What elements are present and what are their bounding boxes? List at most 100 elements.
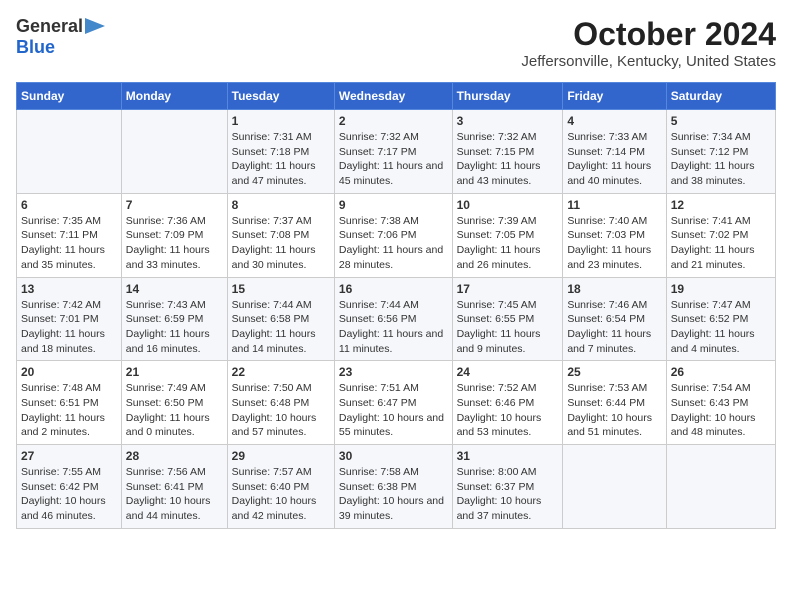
daylight-text: Daylight: 11 hours and 2 minutes. <box>21 411 117 440</box>
daylight-text: Daylight: 10 hours and 57 minutes. <box>232 411 330 440</box>
sunrise-text: Sunrise: 7:38 AM <box>339 214 448 229</box>
calendar-cell: 9Sunrise: 7:38 AMSunset: 7:06 PMDaylight… <box>334 193 452 277</box>
day-number: 15 <box>232 282 330 296</box>
sunset-text: Sunset: 6:55 PM <box>457 312 559 327</box>
day-number: 22 <box>232 365 330 379</box>
header-cell-wednesday: Wednesday <box>334 83 452 110</box>
daylight-text: Daylight: 11 hours and 9 minutes. <box>457 327 559 356</box>
cell-content: Sunrise: 7:38 AMSunset: 7:06 PMDaylight:… <box>339 214 448 273</box>
cell-content: Sunrise: 7:53 AMSunset: 6:44 PMDaylight:… <box>567 381 661 440</box>
day-number: 27 <box>21 449 117 463</box>
sunrise-text: Sunrise: 7:49 AM <box>126 381 223 396</box>
day-number: 12 <box>671 198 771 212</box>
calendar-cell: 12Sunrise: 7:41 AMSunset: 7:02 PMDayligh… <box>666 193 775 277</box>
day-number: 5 <box>671 114 771 128</box>
daylight-text: Daylight: 10 hours and 37 minutes. <box>457 494 559 523</box>
day-number: 8 <box>232 198 330 212</box>
cell-content: Sunrise: 7:42 AMSunset: 7:01 PMDaylight:… <box>21 298 117 357</box>
sunset-text: Sunset: 7:12 PM <box>671 145 771 160</box>
cell-content: Sunrise: 7:35 AMSunset: 7:11 PMDaylight:… <box>21 214 117 273</box>
day-number: 28 <box>126 449 223 463</box>
cell-content: Sunrise: 7:55 AMSunset: 6:42 PMDaylight:… <box>21 465 117 524</box>
calendar-cell: 29Sunrise: 7:57 AMSunset: 6:40 PMDayligh… <box>227 445 334 529</box>
calendar-cell: 10Sunrise: 7:39 AMSunset: 7:05 PMDayligh… <box>452 193 563 277</box>
daylight-text: Daylight: 10 hours and 55 minutes. <box>339 411 448 440</box>
sunrise-text: Sunrise: 7:32 AM <box>457 130 559 145</box>
calendar-cell: 1 Sunrise: 7:31 AMSunset: 7:18 PMDaylight… <box>227 110 334 194</box>
calendar-table: SundayMondayTuesdayWednesdayThursdayFrid… <box>16 82 776 529</box>
sunset-text: Sunset: 7:17 PM <box>339 145 448 160</box>
sunset-text: Sunset: 7:09 PM <box>126 228 223 243</box>
sunset-text: Sunset: 6:52 PM <box>671 312 771 327</box>
header-row: SundayMondayTuesdayWednesdayThursdayFrid… <box>17 83 776 110</box>
sunrise-text: Sunrise: 7:45 AM <box>457 298 559 313</box>
cell-content: Sunrise: 7:31 AMSunset: 7:18 PMDaylight:… <box>232 130 330 189</box>
cell-content: Sunrise: 7:58 AMSunset: 6:38 PMDaylight:… <box>339 465 448 524</box>
day-number: 16 <box>339 282 448 296</box>
sunset-text: Sunset: 6:50 PM <box>126 396 223 411</box>
title-area: October 2024 Jeffersonville, Kentucky, U… <box>521 16 776 70</box>
sunset-text: Sunset: 6:54 PM <box>567 312 661 327</box>
header-cell-monday: Monday <box>121 83 227 110</box>
calendar-cell: 2Sunrise: 7:32 AMSunset: 7:17 PMDaylight… <box>334 110 452 194</box>
calendar-cell: 26Sunrise: 7:54 AMSunset: 6:43 PMDayligh… <box>666 361 775 445</box>
week-row-4: 20Sunrise: 7:48 AMSunset: 6:51 PMDayligh… <box>17 361 776 445</box>
calendar-cell: 31Sunrise: 8:00 AMSunset: 6:37 PMDayligh… <box>452 445 563 529</box>
sunrise-text: Sunrise: 7:32 AM <box>339 130 448 145</box>
day-number: 6 <box>21 198 117 212</box>
cell-content: Sunrise: 7:47 AMSunset: 6:52 PMDaylight:… <box>671 298 771 357</box>
calendar-cell: 22Sunrise: 7:50 AMSunset: 6:48 PMDayligh… <box>227 361 334 445</box>
sunrise-text: Sunrise: 7:35 AM <box>21 214 117 229</box>
calendar-cell <box>666 445 775 529</box>
cell-content: Sunrise: 7:51 AMSunset: 6:47 PMDaylight:… <box>339 381 448 440</box>
cell-content: Sunrise: 7:39 AMSunset: 7:05 PMDaylight:… <box>457 214 559 273</box>
calendar-cell: 23Sunrise: 7:51 AMSunset: 6:47 PMDayligh… <box>334 361 452 445</box>
daylight-text: Daylight: 11 hours and 30 minutes. <box>232 243 330 272</box>
sunset-text: Sunset: 6:51 PM <box>21 396 117 411</box>
sunrise-text: Sunrise: 7:57 AM <box>232 465 330 480</box>
week-row-2: 6 Sunrise: 7:35 AMSunset: 7:11 PMDaylight… <box>17 193 776 277</box>
calendar-cell: 18Sunrise: 7:46 AMSunset: 6:54 PMDayligh… <box>563 277 666 361</box>
header-cell-thursday: Thursday <box>452 83 563 110</box>
daylight-text: Daylight: 11 hours and 26 minutes. <box>457 243 559 272</box>
sunset-text: Sunset: 6:37 PM <box>457 480 559 495</box>
sunrise-text: Sunrise: 7:34 AM <box>671 130 771 145</box>
calendar-cell: 4Sunrise: 7:33 AMSunset: 7:14 PMDaylight… <box>563 110 666 194</box>
cell-content: Sunrise: 7:45 AMSunset: 6:55 PMDaylight:… <box>457 298 559 357</box>
header-cell-sunday: Sunday <box>17 83 122 110</box>
daylight-text: Daylight: 10 hours and 53 minutes. <box>457 411 559 440</box>
cell-content: Sunrise: 7:52 AMSunset: 6:46 PMDaylight:… <box>457 381 559 440</box>
day-number: 20 <box>21 365 117 379</box>
cell-content: Sunrise: 7:34 AMSunset: 7:12 PMDaylight:… <box>671 130 771 189</box>
sunset-text: Sunset: 7:18 PM <box>232 145 330 160</box>
day-number: 24 <box>457 365 559 379</box>
calendar-title: October 2024 <box>521 16 776 53</box>
sunrise-text: Sunrise: 8:00 AM <box>457 465 559 480</box>
daylight-text: Daylight: 11 hours and 21 minutes. <box>671 243 771 272</box>
sunset-text: Sunset: 6:58 PM <box>232 312 330 327</box>
daylight-text: Daylight: 11 hours and 11 minutes. <box>339 327 448 356</box>
day-number: 1 <box>232 114 330 128</box>
day-number: 21 <box>126 365 223 379</box>
cell-content: Sunrise: 7:32 AMSunset: 7:15 PMDaylight:… <box>457 130 559 189</box>
sunrise-text: Sunrise: 7:36 AM <box>126 214 223 229</box>
day-number: 3 <box>457 114 559 128</box>
calendar-cell: 11Sunrise: 7:40 AMSunset: 7:03 PMDayligh… <box>563 193 666 277</box>
cell-content: Sunrise: 7:44 AMSunset: 6:56 PMDaylight:… <box>339 298 448 357</box>
day-number: 29 <box>232 449 330 463</box>
sunrise-text: Sunrise: 7:58 AM <box>339 465 448 480</box>
calendar-cell: 17 Sunrise: 7:45 AMSunset: 6:55 PMDayligh… <box>452 277 563 361</box>
sunset-text: Sunset: 6:42 PM <box>21 480 117 495</box>
cell-content: Sunrise: 7:37 AMSunset: 7:08 PMDaylight:… <box>232 214 330 273</box>
cell-content: Sunrise: 7:32 AMSunset: 7:17 PMDaylight:… <box>339 130 448 189</box>
day-number: 26 <box>671 365 771 379</box>
day-number: 11 <box>567 198 661 212</box>
daylight-text: Daylight: 11 hours and 4 minutes. <box>671 327 771 356</box>
daylight-text: Daylight: 11 hours and 45 minutes. <box>339 159 448 188</box>
week-row-3: 13Sunrise: 7:42 AMSunset: 7:01 PMDayligh… <box>17 277 776 361</box>
sunrise-text: Sunrise: 7:52 AM <box>457 381 559 396</box>
day-number: 17 <box>457 282 559 296</box>
sunset-text: Sunset: 7:14 PM <box>567 145 661 160</box>
cell-content: Sunrise: 7:46 AMSunset: 6:54 PMDaylight:… <box>567 298 661 357</box>
sunrise-text: Sunrise: 7:44 AM <box>339 298 448 313</box>
